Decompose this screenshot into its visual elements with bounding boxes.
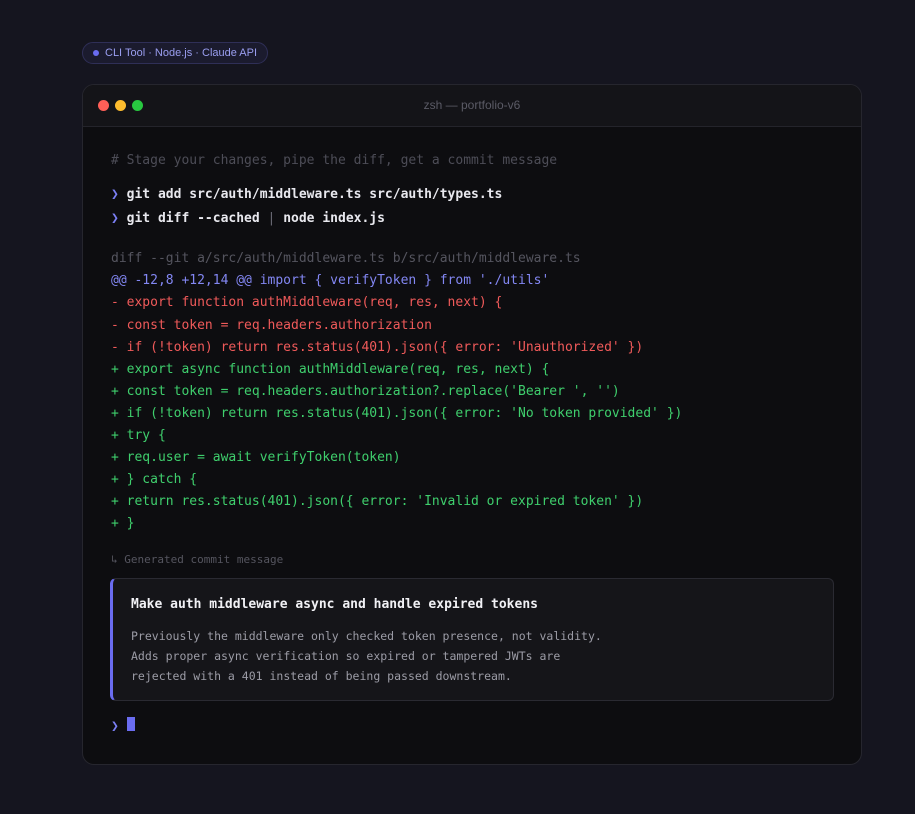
command-text: node index.js (275, 211, 385, 226)
tech-badge-label: CLI Tool · Node.js · Claude API (105, 47, 258, 59)
terminal-cursor[interactable] (127, 717, 135, 731)
commit-title: Make auth middleware async and handle ex… (131, 597, 538, 612)
dot-icon (93, 50, 99, 56)
tech-badge: CLI Tool · Node.js · Claude API (82, 42, 269, 64)
diff-added-line: + const token = req.headers.authorizatio… (111, 384, 620, 399)
diff-hunk-header: @@ -12,8 +12,14 @@ import { verifyToken … (111, 273, 550, 288)
command-line: ❯ git diff --cached | node index.js (111, 211, 385, 227)
terminal-window: zsh — portfolio-v6 # Stage your changes,… (82, 84, 862, 765)
diff-added-line: + if (!token) return res.status(401).jso… (111, 406, 683, 421)
command-text: git add src/auth/middleware.ts src/auth/… (126, 187, 503, 202)
diff-removed-line: - export function authMiddleware(req, re… (111, 295, 503, 310)
diff-removed-line: - if (!token) return res.status(401).jso… (111, 340, 644, 355)
diff-added-line: + export async function authMiddleware(r… (111, 362, 550, 377)
command-line: ❯ git add src/auth/middleware.ts src/aut… (111, 187, 502, 203)
window-title: zsh — portfolio-v6 (423, 98, 521, 112)
commit-body-line: Previously the middleware only checked t… (131, 629, 602, 643)
commit-message-box: Make auth middleware async and handle ex… (110, 578, 834, 701)
command-text: git diff --cached (126, 211, 268, 226)
diff-added-line: + } (111, 516, 135, 531)
diff-removed-line: - const token = req.headers.authorizatio… (111, 318, 432, 333)
commit-body-line: Adds proper async verification so expire… (131, 649, 561, 663)
commit-body-line: rejected with a 401 instead of being pas… (131, 669, 512, 683)
diff-added-line: + req.user = await verifyToken(token) (111, 450, 401, 465)
diff-added-line: + } catch { (111, 472, 198, 487)
prompt-symbol: ❯ (111, 719, 119, 734)
prompt-symbol: ❯ (111, 211, 119, 226)
diff-added-line: + try { (111, 428, 166, 443)
prompt-symbol: ❯ (111, 187, 119, 202)
generated-commit-label: ↳ Generated commit message (111, 553, 284, 566)
diff-header: diff --git a/src/auth/middleware.ts b/sr… (111, 251, 581, 266)
diff-added-line: + return res.status(401).json({ error: '… (111, 494, 644, 509)
window-titlebar: zsh — portfolio-v6 (83, 85, 861, 127)
terminal-comment: # Stage your changes, pipe the diff, get… (111, 153, 558, 168)
